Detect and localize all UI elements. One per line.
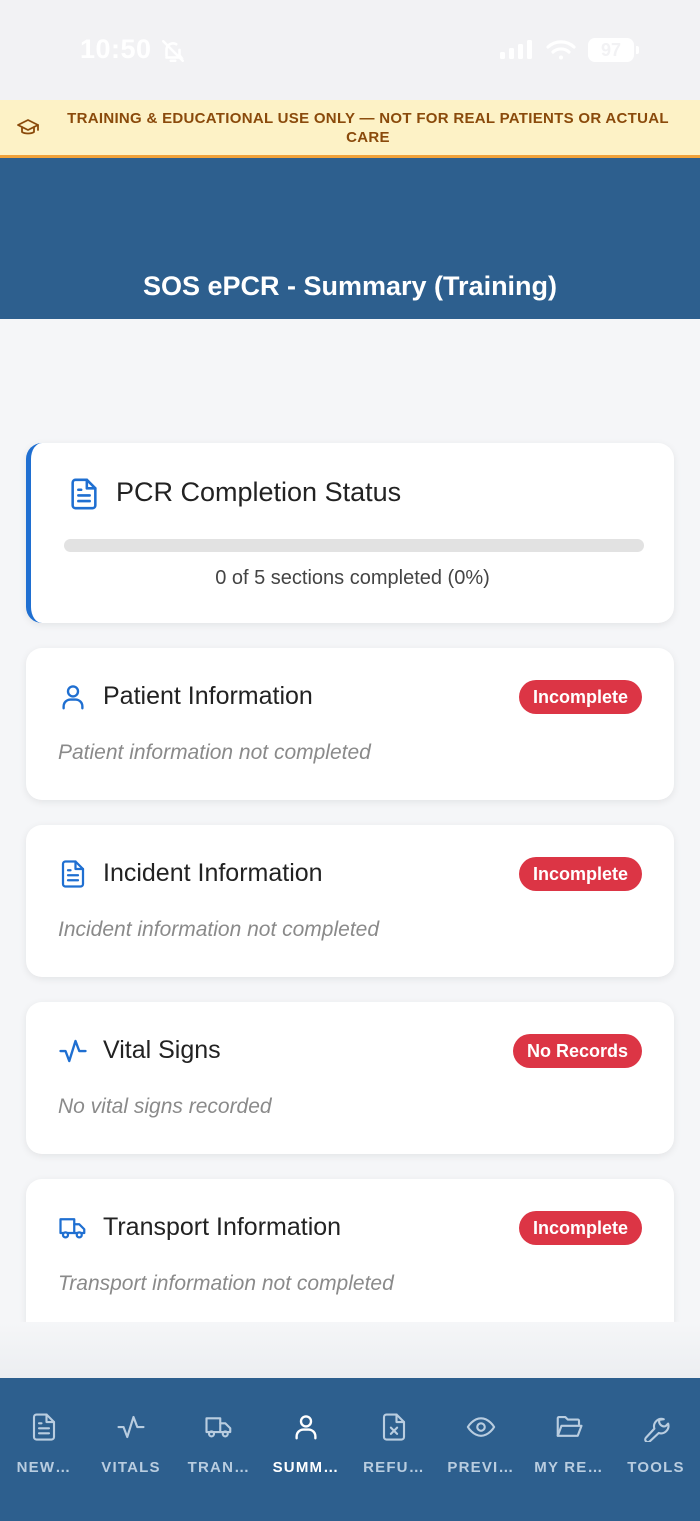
battery-icon: 97 [588,38,639,62]
graduation-cap-icon [17,119,39,135]
nav-label: SUMM… [272,1459,340,1476]
status-time: 10:50 [80,34,152,64]
status-badge: Incomplete [518,1211,642,1245]
app-header: SOS ePCR - Summary (Training) [0,158,700,319]
nav-label: MY RE… [534,1459,604,1476]
scroll-fade [0,1322,700,1378]
truck-icon [59,1218,86,1239]
nav-item-summary[interactable]: SUMM… [262,1378,350,1488]
nav-item-refusal[interactable]: REFU… [350,1378,438,1488]
folder-open-icon [556,1415,583,1437]
nav-item-vitals[interactable]: VITALS [87,1378,175,1488]
status-badge: No Records [512,1034,642,1068]
nav-label: PREVI… [447,1459,515,1476]
document-icon [32,1413,56,1441]
status-indicators: 97 [500,38,639,62]
section-description: No vital signs recorded [58,1095,272,1118]
status-badge: Incomplete [518,680,642,714]
progress-bar [64,539,644,552]
document-icon [61,860,85,888]
section-title: Patient Information [103,682,313,710]
status-bar: 10:50 97 [0,0,700,100]
signal-icon [500,40,532,59]
activity-icon [117,1415,145,1439]
section-description: Patient information not completed [58,741,371,764]
nav-label: NEW… [16,1459,72,1476]
status-badge: Incomplete [518,857,642,891]
training-banner: TRAINING & EDUCATIONAL USE ONLY — NOT FO… [0,100,700,158]
activity-icon [59,1039,87,1063]
file-x-icon [382,1413,406,1441]
nav-label: TRAN… [187,1459,251,1476]
nav-item-transport[interactable]: TRAN… [175,1378,263,1488]
nav-item-preview[interactable]: PREVI… [437,1378,525,1488]
nav-label: REFU… [363,1459,425,1476]
nav-label: TOOLS [627,1459,685,1476]
section-title: Vital Signs [103,1036,221,1064]
progress-text: 0 of 5 sections completed (0%) [215,567,490,589]
page-title: SOS ePCR - Summary (Training) [142,271,558,301]
completion-status-card: PCR Completion Status 0 of 5 sections co… [26,443,674,623]
eye-icon [466,1417,496,1437]
bottom-nav: NEW… VITALS TRAN… SUMM… REFU… PREVI… MY … [0,1378,700,1521]
nav-label: VITALS [101,1459,161,1476]
section-description: Transport information not completed [58,1272,394,1295]
user-icon [62,685,84,710]
truck-icon [205,1417,232,1438]
completion-title: PCR Completion Status [116,477,402,507]
user-icon [295,1415,317,1440]
banner-text: TRAINING & EDUCATIONAL USE ONLY — NOT FO… [67,110,669,146]
section-card-incident[interactable]: Incident Information Incomplete Incident… [26,825,674,977]
section-title: Transport Information [103,1213,342,1241]
battery-level: 97 [600,39,622,60]
nav-item-my-records[interactable]: MY RE… [525,1378,613,1488]
section-description: Incident information not completed [58,918,380,941]
section-title: Incident Information [103,859,323,887]
section-card-vitals[interactable]: Vital Signs No Records No vital signs re… [26,1002,674,1154]
wrench-icon [644,1417,670,1442]
section-card-patient[interactable]: Patient Information Incomplete Patient i… [26,648,674,800]
section-card-transport[interactable]: Transport Information Incomplete Transpo… [26,1179,674,1324]
bell-muted-icon [161,39,185,63]
wifi-icon [546,40,576,60]
document-icon [71,478,97,510]
nav-item-tools[interactable]: TOOLS [612,1378,700,1488]
nav-item-new[interactable]: NEW… [0,1378,88,1488]
